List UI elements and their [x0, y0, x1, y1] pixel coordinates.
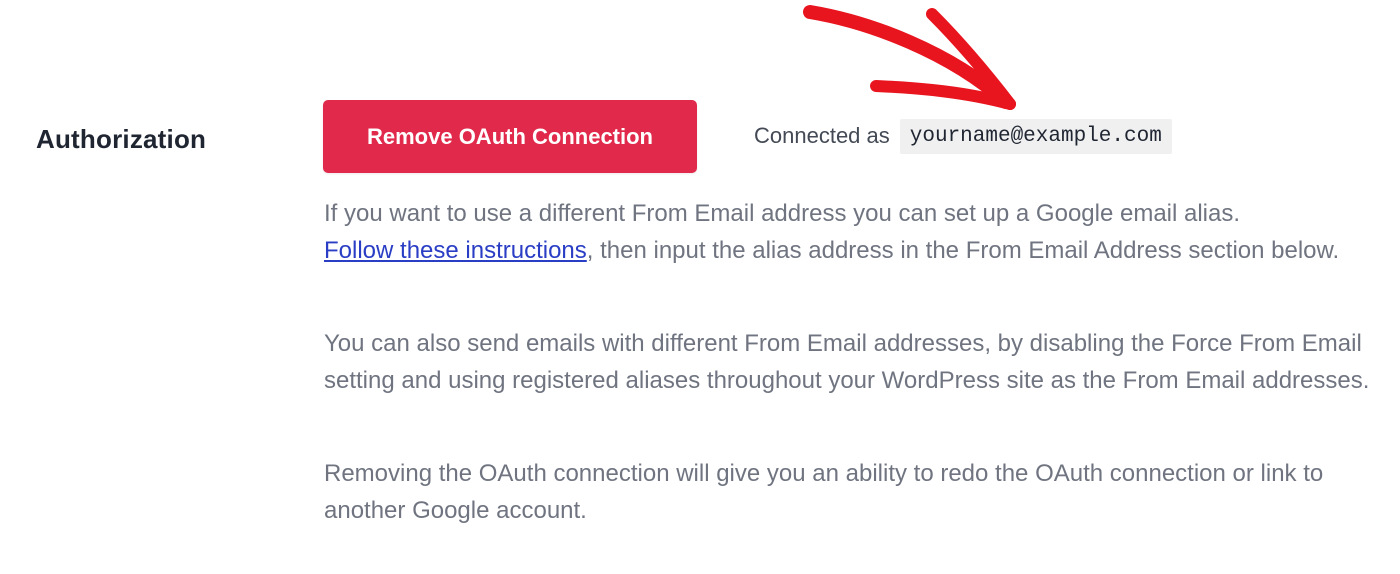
alias-instructions-text: If you want to use a different From Emai… — [324, 200, 1241, 227]
alias-instructions-paragraph: If you want to use a different From Emai… — [324, 195, 1384, 269]
remove-oauth-note-paragraph: Removing the OAuth connection will give … — [324, 460, 1324, 524]
connected-as-label: Connected as — [754, 123, 890, 148]
red-arrow-icon — [803, 5, 1016, 110]
alias-instructions-text-continued: , then input the alias address in the Fr… — [586, 237, 1340, 264]
remove-oauth-connection-button[interactable]: Remove OAuth Connection — [323, 100, 697, 173]
section-label-authorization: Authorization — [36, 124, 207, 154]
follow-instructions-link[interactable]: Follow these instructions — [324, 237, 587, 264]
force-from-email-paragraph: You can also send emails with different … — [324, 330, 1370, 394]
connected-email: yourname@example.com — [899, 118, 1172, 154]
connected-as-status: Connected as yourname@example.com — [754, 117, 1172, 155]
